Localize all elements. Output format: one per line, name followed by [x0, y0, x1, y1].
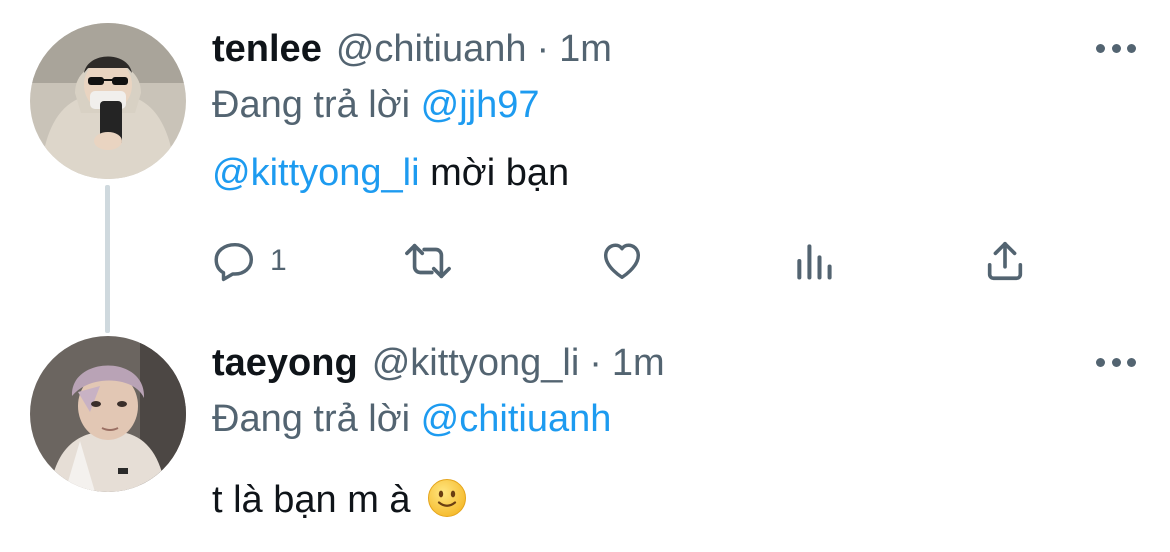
reply-count: 1 — [270, 244, 287, 277]
analytics-icon — [792, 238, 836, 284]
tweet[interactable]: taeyong @kittyong_li · 1m Đang trả lời @… — [212, 340, 1140, 526]
retweet-icon — [400, 238, 456, 284]
tweet-time[interactable]: 1m — [612, 342, 665, 385]
share-icon — [982, 238, 1028, 284]
author-name[interactable]: tenlee — [212, 28, 322, 71]
analytics-button[interactable] — [792, 236, 836, 286]
avatar[interactable] — [30, 23, 186, 179]
retweet-button[interactable] — [400, 236, 456, 286]
replying-to: Đang trả lời @chitiuanh — [212, 398, 1140, 444]
tweet-header: taeyong @kittyong_li · 1m — [212, 340, 1140, 386]
like-button[interactable] — [598, 236, 646, 286]
tweet-header: tenlee @chitiuanh · 1m — [212, 26, 1140, 72]
replying-to-label: Đang trả lời — [212, 398, 411, 440]
author-handle[interactable]: @kittyong_li — [372, 342, 580, 385]
replying-to-handle[interactable]: @jjh97 — [421, 84, 540, 126]
tweet[interactable]: tenlee @chitiuanh · 1m Đang trả lời @jjh… — [212, 26, 1140, 282]
replying-to-label: Đang trả lời — [212, 84, 411, 126]
tweet-text: t là bạn m à — [212, 478, 1140, 526]
author-handle[interactable]: @chitiuanh — [336, 28, 527, 71]
mention-link[interactable]: @kittyong_li — [212, 152, 420, 194]
tweet-actions: 1 — [212, 236, 1032, 286]
author-name[interactable]: taeyong — [212, 342, 358, 385]
thread-connector-line — [105, 185, 110, 333]
tweet-time[interactable]: 1m — [559, 28, 612, 71]
tweet-text-content: t là bạn m à — [212, 479, 411, 521]
more-icon[interactable] — [1096, 354, 1136, 370]
avatar[interactable] — [30, 336, 186, 492]
more-icon[interactable] — [1096, 40, 1136, 56]
separator-dot: · — [536, 27, 550, 70]
heart-icon — [598, 238, 646, 284]
reply-icon — [212, 238, 258, 284]
replying-to-handle[interactable]: @chitiuanh — [421, 398, 612, 440]
share-button[interactable] — [982, 236, 1028, 286]
slightly-smiling-face-icon — [427, 478, 467, 518]
tweet-text-content: mời bạn — [419, 152, 570, 194]
replying-to: Đang trả lời @jjh97 — [212, 84, 1140, 130]
tweet-text: @kittyong_li mời bạn — [212, 152, 1140, 200]
separator-dot: · — [589, 341, 602, 384]
reply-button[interactable]: 1 — [212, 236, 287, 286]
